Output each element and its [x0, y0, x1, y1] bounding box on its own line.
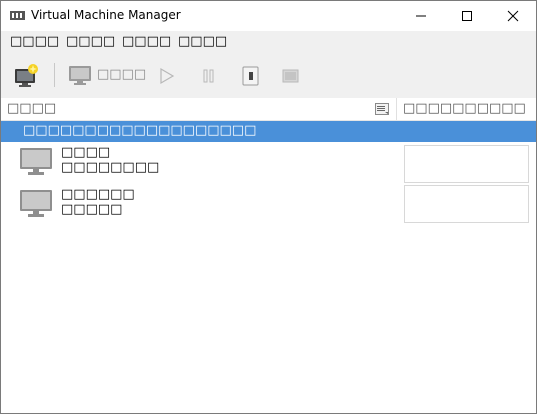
minimize-button[interactable]: [398, 1, 444, 31]
connection-row[interactable]: □□□□□□□□□□□□□□□□□□□: [1, 121, 536, 142]
new-vm-button[interactable]: [12, 63, 40, 89]
menu-item-4[interactable]: □□□□: [178, 34, 227, 49]
pause-icon: [203, 69, 214, 83]
vm-status: □□□□□: [61, 202, 123, 217]
menu-item-1[interactable]: □□□□: [10, 34, 59, 49]
connection-label: □□□□□□□□□□□□□□□□□□□: [23, 123, 257, 138]
open-button[interactable]: □□□□: [68, 63, 146, 89]
cpu-usage-graph: [404, 185, 529, 223]
column-name-header[interactable]: □□□□: [7, 101, 56, 116]
monitor-icon: [20, 148, 52, 175]
close-button[interactable]: [490, 1, 536, 31]
open-label: □□□□: [97, 67, 147, 82]
cpu-usage-graph: [404, 145, 529, 183]
menu-item-3[interactable]: □□□□: [122, 34, 171, 49]
app-icon: [10, 11, 25, 20]
menu-item-2[interactable]: □□□□: [66, 34, 115, 49]
run-button[interactable]: [157, 66, 177, 86]
new-vm-icon: [15, 64, 38, 87]
menu-bar: □□□□ □□□□ □□□□ □□□□: [1, 31, 536, 53]
close-icon: [507, 10, 519, 22]
pause-button[interactable]: [199, 66, 219, 86]
window-title: Virtual Machine Manager: [31, 8, 181, 22]
shutdown-icon: [242, 66, 259, 86]
monitor-icon: [20, 190, 52, 217]
shutdown-button[interactable]: [241, 65, 261, 87]
title-bar[interactable]: Virtual Machine Manager: [1, 1, 536, 31]
console-icon: [282, 69, 299, 83]
vm-name: □□□□: [61, 145, 111, 160]
vm-status: □□□□□□□□: [61, 160, 160, 175]
column-header: □□□□ □□□□□□□□□□: [1, 98, 536, 121]
toolbar-separator: [54, 63, 55, 87]
monitor-icon: [69, 66, 91, 85]
vm-row[interactable]: □□□□□□ □□□□□: [1, 185, 536, 225]
column-cpu-usage-header[interactable]: □□□□□□□□□□: [403, 101, 526, 116]
run-icon: [160, 67, 175, 85]
column-options-icon[interactable]: [375, 103, 389, 115]
vm-row[interactable]: □□□□ □□□□□□□□: [1, 143, 536, 183]
minimize-icon: [416, 15, 426, 17]
maximize-button[interactable]: [444, 1, 490, 31]
toolbar: □□□□: [1, 53, 536, 98]
console-button[interactable]: [281, 65, 301, 87]
maximize-icon: [462, 11, 472, 21]
vm-name: □□□□□□: [61, 187, 135, 202]
column-divider[interactable]: [396, 98, 397, 120]
app-window: Virtual Machine Manager □□□□ □□□□ □□□□ □…: [0, 0, 537, 414]
